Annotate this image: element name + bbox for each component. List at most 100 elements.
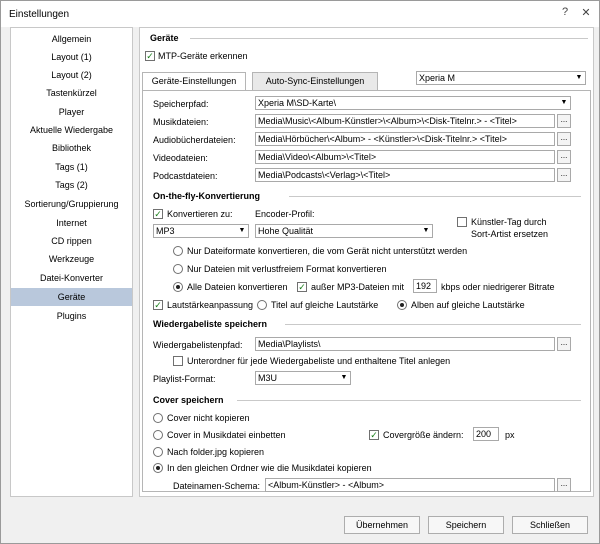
chevron-down-icon: ▼ [422,227,430,234]
sidebar-item-tastenkuerzel[interactable]: Tastenkürzel [11,84,132,102]
music-label: Musikdateien: [153,117,209,127]
sidebar-item-sortierung[interactable]: Sortierung/Gruppierung [11,195,132,213]
radio-cover-none-label: Cover nicht kopieren [167,413,250,423]
playlist-format-value: M3U [258,373,278,383]
sidebar-item-bibliothek[interactable]: Bibliothek [11,139,132,157]
help-icon[interactable]: ? [557,6,573,22]
chevron-down-icon: ▼ [575,74,583,81]
podcast-browse-button[interactable]: ... [557,168,571,182]
radio-album-volume-label: Alben auf gleiche Lautstärke [411,300,525,310]
tab-auto-sync[interactable]: Auto-Sync-Einstellungen [252,72,378,90]
artist-tag-checkbox[interactable] [457,217,467,227]
playlist-path-label: Wiedergabelistenpfad: [153,340,243,350]
tab-geraete-einstellungen[interactable]: Geräte-Einstellungen [142,72,246,91]
subfolder-checkbox[interactable] [173,356,183,366]
audiobook-path-field[interactable]: Media\Hörbücher\<Album> - <Künstler>\<Di… [255,132,555,146]
settings-panel: Geräte ✓ MTP-Geräte erkennen Geräte-Eins… [139,27,594,497]
device-select[interactable]: Xperia M ▼ [416,71,586,85]
divider [190,38,588,39]
encoder-select[interactable]: Hohe Qualität ▼ [255,224,433,238]
close-icon[interactable]: ✕ [578,6,594,22]
format-select[interactable]: MP3 ▼ [153,224,249,238]
title-bar: Einstellungen ? ✕ [1,1,599,27]
radio-lossless-label: Nur Dateien mit verlustfreiem Format kon… [187,264,387,274]
sidebar-item-werkzeuge[interactable]: Werkzeuge [11,250,132,268]
encoder-label: Encoder-Profil: [255,209,315,219]
radio-lossless[interactable] [173,264,183,274]
sidebar-item-layout-1[interactable]: Layout (1) [11,48,132,66]
sidebar-item-layout-2[interactable]: Layout (2) [11,66,132,84]
apply-button[interactable]: Übernehmen [344,516,420,534]
sidebar-item-cd-rippen[interactable]: CD rippen [11,232,132,250]
subfolder-label: Unterordner für jede Wiedergabeliste und… [187,356,451,366]
radio-cover-embed[interactable] [153,430,163,440]
chevron-down-icon: ▼ [340,374,348,381]
podcast-path-field[interactable]: Media\Podcasts\<Verlag>\<Titel> [255,168,555,182]
playlist-browse-button[interactable]: ... [557,337,571,351]
radio-album-volume[interactable] [397,300,407,310]
sidebar-item-aktuelle-wiedergabe[interactable]: Aktuelle Wiedergabe [11,121,132,139]
storage-label: Speicherpfad: [153,99,209,109]
artist-tag-label-1: Künstler-Tag durch [471,217,547,227]
mtp-label: MTP-Geräte erkennen [158,51,248,61]
schema-label: Dateinamen-Schema: [173,481,261,491]
playlist-format-select[interactable]: M3U ▼ [255,371,351,385]
encoder-value: Hohe Qualität [258,226,314,236]
radio-cover-same[interactable] [153,463,163,473]
convert-checkbox[interactable]: ✓ [153,209,163,219]
settings-sidebar: Allgemein Layout (1) Layout (2) Tastenkü… [10,27,133,497]
device-select-value: Xperia M [419,73,456,83]
except-mp3-label: außer MP3-Dateien mit [311,282,405,292]
mtp-checkbox[interactable]: ✓ [145,51,155,61]
close-button[interactable]: Schließen [512,516,588,534]
save-button[interactable]: Speichern [428,516,504,534]
sidebar-item-tags-2[interactable]: Tags (2) [11,176,132,194]
divider [237,400,581,401]
sidebar-item-plugins[interactable]: Plugins [11,307,132,325]
sidebar-item-allgemein[interactable]: Allgemein [11,30,132,48]
playlist-heading: Wiedergabeliste speichern [153,319,267,329]
audiobook-browse-button[interactable]: ... [557,132,571,146]
radio-all[interactable] [173,282,183,292]
except-mp3-checkbox[interactable]: ✓ [297,282,307,292]
music-browse-button[interactable]: ... [557,114,571,128]
schema-field[interactable]: <Album-Künstler> - <Album> [265,478,555,492]
video-label: Videodateien: [153,153,208,163]
tab-panel: Speicherpfad: Xperia M\SD-Karte\ ▼ Musik… [142,90,591,492]
podcast-label: Podcastdateien: [153,171,218,181]
radio-all-label: Alle Dateien konvertieren [187,282,288,292]
sidebar-item-datei-konverter[interactable]: Datei-Konverter [11,269,132,287]
sidebar-item-player[interactable]: Player [11,103,132,121]
radio-cover-none[interactable] [153,413,163,423]
radio-unsupported-label: Nur Dateiformate konvertieren, die vom G… [187,246,468,256]
onthefly-heading: On-the-fly-Konvertierung [153,191,260,201]
radio-title-volume[interactable] [257,300,267,310]
sidebar-item-tags-1[interactable]: Tags (1) [11,158,132,176]
volume-checkbox[interactable]: ✓ [153,300,163,310]
cover-size-field[interactable]: 200 [473,427,499,441]
chevron-down-icon: ▼ [238,227,246,234]
sidebar-item-internet[interactable]: Internet [11,214,132,232]
video-browse-button[interactable]: ... [557,150,571,164]
bitrate-field[interactable]: 192 [413,279,437,293]
chevron-down-icon: ▼ [560,99,568,106]
radio-cover-folder[interactable] [153,447,163,457]
video-path-field[interactable]: Media\Video\<Album>\<Titel> [255,150,555,164]
cover-size-checkbox[interactable]: ✓ [369,430,379,440]
cover-size-unit: px [505,430,515,440]
settings-window: Einstellungen ? ✕ Allgemein Layout (1) L… [0,0,600,544]
playlist-path-field[interactable]: Media\Playlists\ [255,337,555,351]
radio-cover-embed-label: Cover in Musikdatei einbetten [167,430,286,440]
music-path-field[interactable]: Media\Music\<Album-Künstler>\<Album>\<Di… [255,114,555,128]
sidebar-item-geraete[interactable]: Geräte [11,288,132,306]
playlist-format-label: Playlist-Format: [153,374,216,384]
window-title: Einstellungen [9,9,70,20]
radio-title-volume-label: Titel auf gleiche Lautstärke [271,300,379,310]
convert-label: Konvertieren zu: [167,209,233,219]
cover-size-label: Covergröße ändern: [383,430,464,440]
storage-select[interactable]: Xperia M\SD-Karte\ ▼ [255,96,571,110]
format-value: MP3 [156,226,175,236]
schema-browse-button[interactable]: ... [557,478,571,492]
volume-label: Lautstärkeanpassung [167,300,254,310]
radio-unsupported[interactable] [173,246,183,256]
